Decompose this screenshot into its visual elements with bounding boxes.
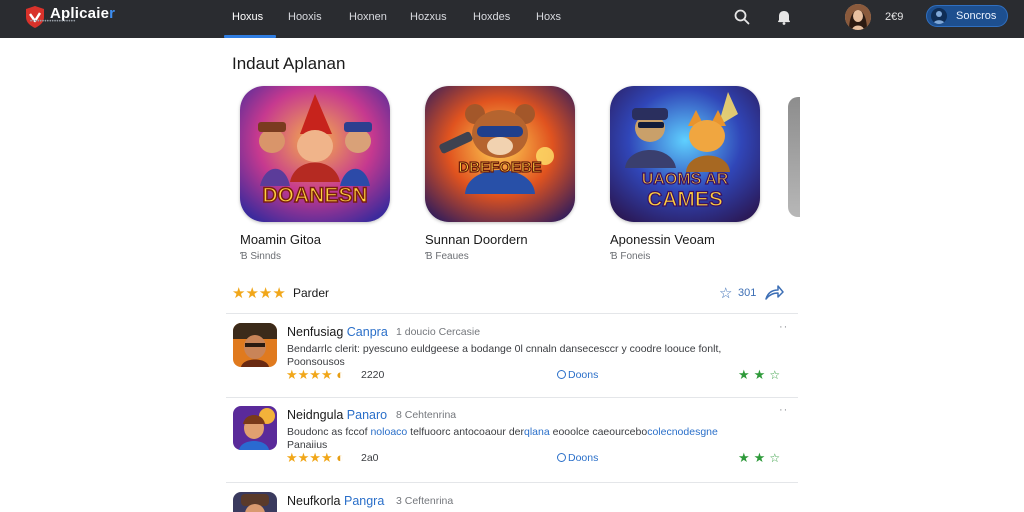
featured-section-title: Indaut Aplanan: [232, 54, 346, 73]
app-logo-subtitle: •••••••••••••••••••: [30, 19, 76, 25]
list-item-action-link[interactable]: Doons: [557, 452, 598, 464]
nav-item-2[interactable]: Hooxis: [288, 11, 322, 23]
space-cats-game-icon-text-2: CAMES: [647, 188, 723, 211]
featured-card[interactable]: UAOMS AR CAMES Aponessin Veoam Ɓ Foneis: [610, 86, 762, 262]
nav-item-home[interactable]: Hoxus: [232, 11, 263, 23]
list-item: Nenfusiag Canpra 1 doucio Cercasie ·· Be…: [226, 315, 798, 399]
favorite-count: 301: [738, 287, 757, 299]
list-item-action-link[interactable]: Doons: [557, 369, 598, 381]
user-avatar-image: [845, 4, 871, 30]
list-item-title[interactable]: Neufkorla Pangra: [287, 494, 384, 508]
list-item-description: Boudonc as fccof noloaco telfuoorc antoc…: [287, 426, 718, 451]
featured-app-name[interactable]: Aponessin Veoam: [610, 232, 715, 247]
nav-item-3[interactable]: Hoxnen: [349, 11, 387, 23]
list-item-subtitle: 8 Cehtenrina: [396, 409, 457, 421]
favorite-star-icon[interactable]: ☆: [719, 284, 732, 302]
featured-app-meta: Ɓ Sɨnnds: [240, 251, 281, 262]
search-icon[interactable]: [733, 8, 751, 26]
list-item: Neufkorla Pangra 3 Ceftenrina: [226, 484, 798, 512]
heroes-game-icon[interactable]: DOANESN: [240, 86, 390, 222]
sign-in-button[interactable]: Soncros: [926, 5, 1008, 27]
more-options-icon[interactable]: ··: [779, 321, 788, 333]
top-bar: Aplicaier ••••••••••••••••••• Hoxus Hoox…: [0, 0, 1024, 38]
nav-item-6[interactable]: Hoxs: [536, 11, 561, 23]
list-item-score: 2a0: [361, 452, 379, 464]
list-item-title[interactable]: Nenfusiag Canpra: [287, 325, 388, 339]
list-item-subtitle: 3 Ceftenrina: [396, 495, 454, 507]
notification-bell-icon[interactable]: [775, 8, 793, 26]
featured-card[interactable]: DBEFOEBE Sunnan Doordern Ɓ Feaues: [425, 86, 577, 262]
sign-in-avatar-icon: [931, 8, 947, 24]
user-avatar[interactable]: [845, 4, 871, 30]
list-item-subtitle: 1 doucio Cercasie: [396, 326, 481, 338]
user-points: 2€9: [885, 11, 904, 23]
share-icon[interactable]: [764, 284, 784, 302]
circle-icon: [557, 453, 566, 462]
pilot-game-icon[interactable]: [233, 492, 277, 512]
shield-logo-icon: [26, 6, 44, 28]
list-item-description: Bendarrlc clerit: pyescuno euldgeese a b…: [287, 343, 722, 368]
heroes-game-icon-text: DOANESN: [262, 184, 367, 207]
featured-app-name[interactable]: Sunnan Doordern: [425, 232, 528, 247]
divider: [226, 482, 798, 483]
featured-card[interactable]: DOANESN Moamin Gitoa Ɓ Sɨnnds: [240, 86, 392, 262]
sign-in-label: Soncros: [956, 10, 997, 22]
featured-app-meta: Ɓ Feaues: [425, 251, 469, 262]
circle-icon: [557, 370, 566, 379]
rating-label: Parder: [293, 286, 330, 300]
nav-item-4[interactable]: Hozxus: [410, 11, 447, 23]
list-item-stars: ★★★★ ◐: [286, 367, 345, 382]
bear-fighter-game-icon-text: DBEFOEBE: [458, 159, 541, 176]
nav-item-5[interactable]: Hoxdes: [473, 11, 510, 23]
nav-active-indicator: [224, 35, 276, 38]
list-item: Neidngula Panaro 8 Cehtenrina ·· Boudonc…: [226, 398, 798, 482]
rating-stars: ★★★★: [232, 285, 286, 302]
rating-row: ★★★★ Parder ☆ 301: [232, 284, 792, 304]
warrior-game-icon[interactable]: [233, 323, 277, 367]
divider: [226, 313, 798, 314]
carousel-next-card-peek[interactable]: [788, 97, 800, 217]
bear-fighter-game-icon[interactable]: DBEFOEBE: [425, 86, 575, 222]
list-item-green-rating: ★★☆: [738, 450, 785, 465]
list-item-green-rating: ★★☆: [738, 367, 785, 382]
space-cats-game-icon-text-1: UAOMS AR: [642, 171, 729, 188]
space-cats-game-icon[interactable]: UAOMS AR CAMES: [610, 86, 760, 222]
featured-app-meta: Ɓ Foneis: [610, 251, 651, 262]
list-item-stars: ★★★★ ◐: [286, 450, 345, 465]
featured-app-name[interactable]: Moamin Gitoa: [240, 232, 321, 247]
list-item-title[interactable]: Neidngula Panaro: [287, 408, 387, 422]
more-options-icon[interactable]: ··: [779, 404, 788, 416]
mage-game-icon[interactable]: [233, 406, 277, 450]
list-item-score: 2220: [361, 369, 385, 381]
